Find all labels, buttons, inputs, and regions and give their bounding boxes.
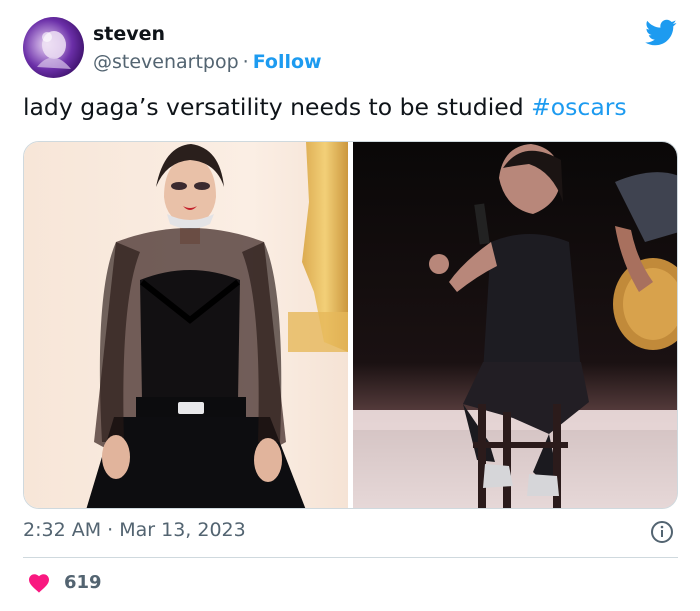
separator-dot: · bbox=[242, 51, 249, 73]
author-display-name[interactable]: steven bbox=[93, 23, 165, 45]
heart-icon[interactable] bbox=[27, 571, 51, 595]
tweet-text: lady gaga’s versatility needs to be stud… bbox=[23, 93, 683, 121]
tweet-timestamp[interactable]: 2:32 AM · Mar 13, 2023 bbox=[23, 519, 246, 541]
tweet-body: lady gaga’s versatility needs to be stud… bbox=[23, 93, 532, 121]
avatar[interactable] bbox=[23, 17, 84, 78]
divider bbox=[23, 557, 678, 558]
author-handle[interactable]: @stevenartpop bbox=[93, 51, 239, 73]
info-icon[interactable] bbox=[650, 520, 674, 544]
author-handle-row: @stevenartpop · Follow bbox=[93, 51, 322, 73]
photo-performance[interactable] bbox=[353, 142, 678, 509]
tweet-header: steven @stevenartpop · Follow bbox=[23, 17, 683, 79]
follow-button[interactable]: Follow bbox=[253, 51, 322, 73]
photo-red-carpet[interactable] bbox=[24, 142, 348, 509]
like-count: 619 bbox=[64, 572, 102, 593]
twitter-bird-icon[interactable] bbox=[645, 19, 677, 47]
tweet-card: steven @stevenartpop · Follow lady gaga’s … bbox=[0, 0, 700, 611]
hashtag-link[interactable]: #oscars bbox=[531, 93, 627, 121]
tweet-media[interactable] bbox=[23, 141, 678, 509]
